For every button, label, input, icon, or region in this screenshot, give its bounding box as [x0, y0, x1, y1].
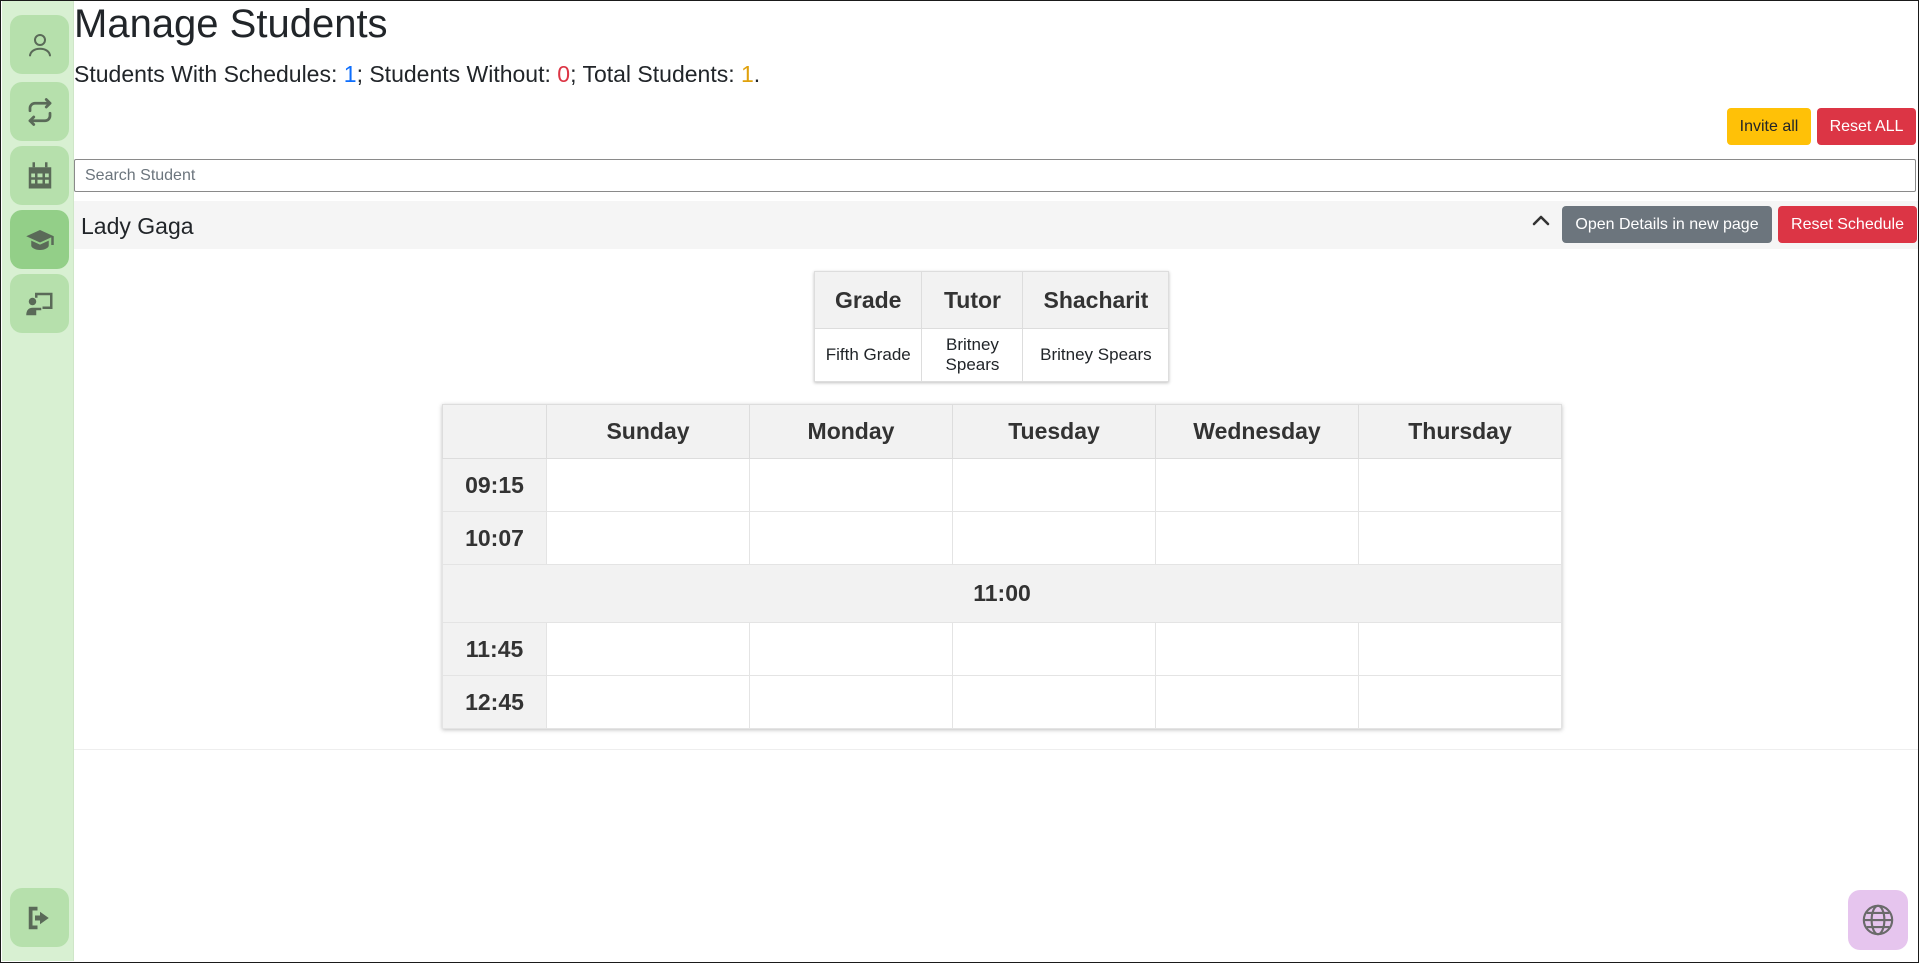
- schedule-row: 09:15: [442, 458, 1562, 512]
- schedule-slot[interactable]: [749, 675, 953, 729]
- teacher-board-icon: [25, 292, 52, 315]
- info-header-tutor: Tutor: [921, 271, 1024, 329]
- schedule-row: 10:07: [442, 511, 1562, 565]
- schedule-slot[interactable]: [749, 458, 953, 512]
- day-header: Sunday: [546, 404, 750, 459]
- open-details-button[interactable]: Open Details in new page: [1562, 206, 1772, 243]
- sidebar: [2, 0, 74, 961]
- schedule-row: 11:45: [442, 622, 1562, 676]
- schedule-table: Sunday Monday Tuesday Wednesday Thursday…: [442, 404, 1562, 729]
- schedule-slot[interactable]: [1155, 675, 1359, 729]
- student-panel: Lady Gaga Open Details in new page Reset…: [74, 201, 1919, 751]
- schedule-slot[interactable]: [749, 511, 953, 565]
- time-label: 12:45: [442, 675, 547, 729]
- globe-icon: [1862, 904, 1894, 936]
- schedule-slot[interactable]: [749, 622, 953, 676]
- schedule-slot[interactable]: [1358, 675, 1562, 729]
- stats-total-value: 1: [740, 61, 754, 87]
- stats-with-label: Students With Schedules:: [74, 61, 344, 87]
- schedule-slot[interactable]: [1358, 458, 1562, 512]
- logout-button[interactable]: [10, 888, 69, 947]
- day-header: Tuesday: [952, 404, 1156, 459]
- info-header-grade: Grade: [813, 271, 923, 329]
- info-header-shacharit: Shacharit: [1022, 271, 1170, 329]
- day-header: Wednesday: [1155, 404, 1359, 459]
- student-stats: Students With Schedules: 1; Students Wit…: [74, 60, 760, 88]
- time-label: 10:07: [442, 511, 547, 565]
- info-grade-value: Fifth Grade: [813, 328, 923, 382]
- main-content: Manage Students Students With Schedules:…: [73, 0, 1919, 961]
- info-shacharit-value: Britney Spears: [1022, 328, 1170, 382]
- schedule-slot[interactable]: [546, 675, 750, 729]
- sidebar-item-profile[interactable]: [10, 15, 69, 74]
- schedule-slot[interactable]: [952, 675, 1156, 729]
- break-time-label: 11:00: [442, 564, 1562, 623]
- sidebar-item-students[interactable]: [10, 210, 69, 269]
- reset-all-button[interactable]: Reset ALL: [1817, 108, 1916, 145]
- schedule-row: 12:45: [442, 675, 1562, 729]
- schedule-slot[interactable]: [1155, 458, 1359, 512]
- schedule-slot[interactable]: [1358, 622, 1562, 676]
- info-tutor-value: Britney Spears: [921, 328, 1024, 382]
- time-label: 09:15: [442, 458, 547, 512]
- student-header[interactable]: Lady Gaga Open Details in new page Reset…: [74, 201, 1919, 249]
- stats-with-value: 1: [343, 61, 357, 87]
- schedule-slot[interactable]: [952, 511, 1156, 565]
- schedule-slot[interactable]: [952, 622, 1156, 676]
- schedule-slot[interactable]: [546, 622, 750, 676]
- sidebar-item-swap[interactable]: [10, 82, 69, 141]
- stats-without-label: ; Students Without:: [356, 61, 558, 87]
- schedule-slot[interactable]: [1155, 511, 1359, 565]
- reset-schedule-button[interactable]: Reset Schedule: [1778, 206, 1917, 243]
- stats-without-value: 0: [557, 61, 571, 87]
- sidebar-item-teachers[interactable]: [10, 274, 69, 333]
- day-header: Thursday: [1358, 404, 1562, 459]
- divider: [74, 749, 1919, 750]
- sidebar-item-calendar[interactable]: [10, 146, 69, 205]
- day-header: Monday: [749, 404, 953, 459]
- stats-end: .: [753, 61, 761, 87]
- stats-total-label: ; Total Students:: [570, 61, 741, 87]
- schedule-corner: [442, 404, 547, 459]
- language-button[interactable]: [1848, 890, 1908, 950]
- student-info-table: Grade Tutor Shacharit Fifth Grade Britne…: [813, 271, 1170, 382]
- schedule-slot[interactable]: [546, 458, 750, 512]
- page-title: Manage Students: [74, 2, 388, 46]
- time-label: 11:45: [442, 622, 547, 676]
- invite-all-button[interactable]: Invite all: [1727, 108, 1811, 145]
- schedule-slot[interactable]: [546, 511, 750, 565]
- schedule-break-row: 11:00: [442, 564, 1562, 623]
- calendar-icon: [28, 161, 51, 188]
- student-name: Lady Gaga: [81, 213, 194, 239]
- schedule-slot[interactable]: [1358, 511, 1562, 565]
- graduation-cap-icon: [25, 229, 54, 250]
- logout-icon: [28, 906, 49, 929]
- user-icon: [28, 33, 51, 56]
- schedule-slot[interactable]: [952, 458, 1156, 512]
- swap-icon: [28, 97, 51, 126]
- chevron-up-icon[interactable]: [1529, 209, 1553, 233]
- search-input[interactable]: [74, 159, 1916, 192]
- schedule-slot[interactable]: [1155, 622, 1359, 676]
